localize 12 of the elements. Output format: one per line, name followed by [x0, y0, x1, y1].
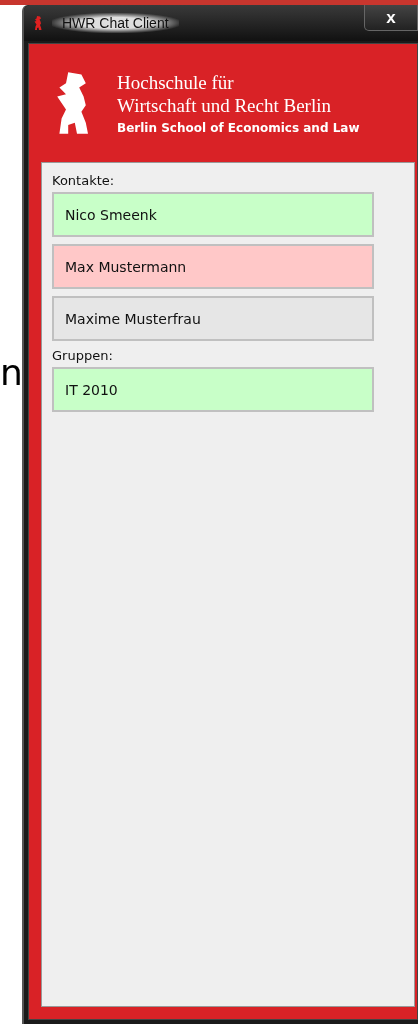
school-name: Hochschule für	[117, 71, 235, 94]
contact-item[interactable]: Maxime Musterfrau	[52, 296, 374, 341]
section-label: Kontakte:	[52, 173, 116, 188]
close-button[interactable]: x	[364, 5, 418, 31]
section-label: Gruppen:	[52, 348, 114, 363]
contact-item[interactable]: IT 2010	[52, 367, 374, 412]
contact-item[interactable]: Max Mustermann	[52, 244, 374, 289]
contact-item[interactable]: Nico Smeenk	[52, 192, 374, 237]
window-title: HWR Chat Client	[52, 13, 179, 33]
background-letter: n	[0, 355, 23, 391]
school-subtitle: Berlin School of Economics and Law	[117, 121, 360, 135]
school-name: Wirtschaft und Recht Berlin	[117, 94, 332, 117]
